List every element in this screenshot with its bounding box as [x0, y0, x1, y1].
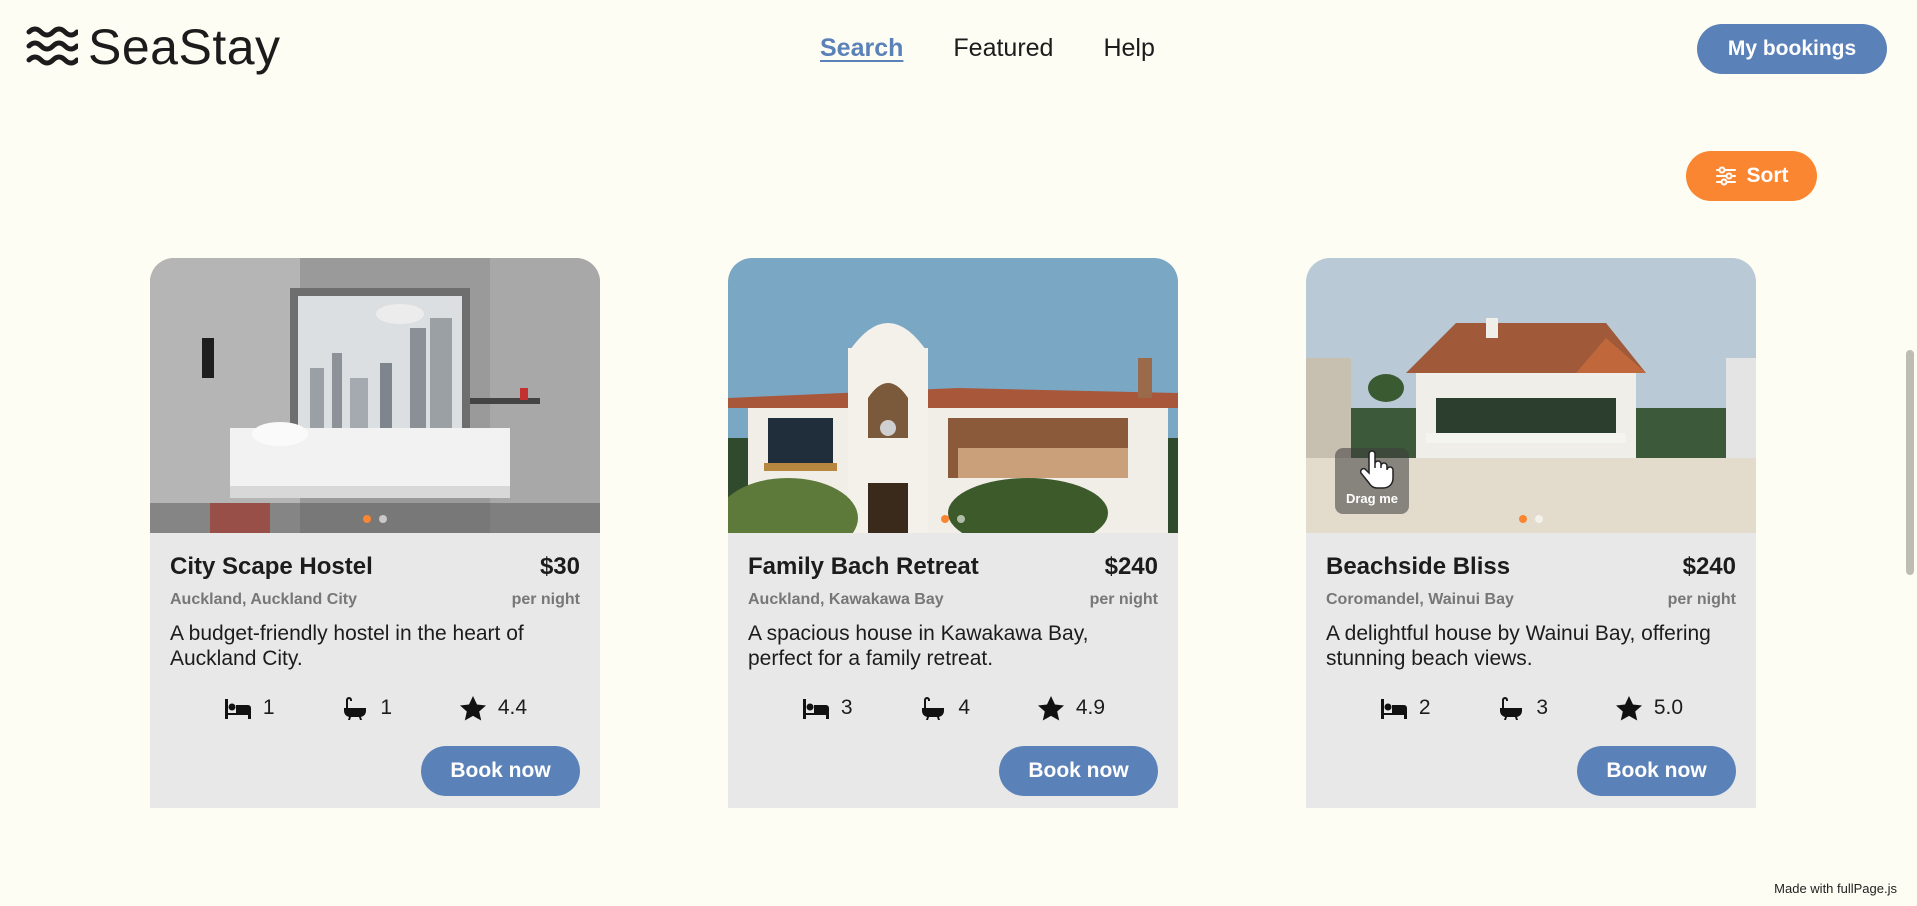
book-now-button[interactable]: Book now [999, 746, 1158, 796]
listing-description: A budget-friendly hostel in the heart of… [170, 622, 524, 670]
nav-search[interactable]: Search [820, 34, 903, 63]
listing-price: $240 [1682, 553, 1736, 580]
per-night-label: per night [511, 591, 580, 608]
listing-image-carousel[interactable] [728, 258, 1178, 533]
bath-icon [344, 697, 367, 720]
listing-card: City Scape Hostel $30 Auckland, Auckland… [150, 258, 600, 808]
beds-stat: 3 [801, 695, 853, 721]
rating-stat: 4.4 [458, 695, 527, 721]
bed-icon [1380, 699, 1407, 719]
book-now-button[interactable]: Book now [1577, 746, 1736, 796]
spanish-house-image [728, 258, 1178, 533]
scrollbar[interactable] [1900, 0, 1917, 906]
scrollbar-thumb[interactable] [1906, 350, 1914, 575]
drag-hint-label: Drag me [1345, 491, 1399, 506]
listing-card: Family Bach Retreat $240 Auckland, Kawak… [728, 258, 1178, 808]
baths-stat: 4 [918, 695, 970, 721]
per-night-label: per night [1089, 591, 1158, 608]
carousel-dots [941, 515, 965, 523]
listing-description: A delightful house by Wainui Bay, offeri… [1326, 622, 1711, 670]
carousel-dot[interactable] [363, 515, 371, 523]
listing-price: $30 [539, 553, 580, 580]
baths-count: 3 [1536, 696, 1549, 719]
carousel-dot[interactable] [957, 515, 965, 523]
carousel-dot[interactable] [1535, 515, 1543, 523]
logo[interactable]: SeaStay [26, 22, 281, 72]
baths-count: 4 [958, 696, 971, 719]
bed-icon [224, 699, 251, 719]
my-bookings-button[interactable]: My bookings [1697, 24, 1887, 74]
star-icon [1037, 696, 1064, 721]
star-icon [459, 696, 486, 721]
per-night-label: per night [1667, 591, 1736, 608]
listing-stats: 1 1 4.4 [170, 695, 580, 721]
footer-note[interactable]: Made with fullPage.js [1774, 881, 1897, 896]
carousel-dots [363, 515, 387, 523]
carousel-dots [1519, 515, 1543, 523]
listing-image-carousel[interactable]: Drag me [1306, 258, 1756, 533]
listing-title: City Scape Hostel [170, 553, 373, 580]
rating-value: 4.9 [1075, 696, 1106, 719]
header: SeaStay Search Featured Help My bookings [0, 0, 1917, 100]
listing-stats: 2 3 5.0 [1326, 695, 1736, 721]
baths-stat: 3 [1496, 695, 1548, 721]
book-now-button[interactable]: Book now [421, 746, 580, 796]
listing-description: A spacious house in Kawakawa Bay, perfec… [748, 622, 1089, 670]
beds-count: 2 [1418, 696, 1431, 719]
nav-help[interactable]: Help [1103, 34, 1154, 63]
carousel-dot[interactable] [1519, 515, 1527, 523]
carousel-dot[interactable] [379, 515, 387, 523]
star-icon [1615, 696, 1642, 721]
listing-stats: 3 4 4.9 [748, 695, 1158, 721]
waves-icon [26, 26, 78, 66]
rating-stat: 5.0 [1614, 695, 1683, 721]
rating-value: 4.4 [497, 696, 528, 719]
drag-hint[interactable]: Drag me [1335, 448, 1409, 514]
beds-count: 1 [262, 696, 275, 719]
listing-location: Auckland, Kawakawa Bay [748, 591, 944, 608]
bath-icon [1500, 697, 1523, 720]
sliders-icon [1715, 166, 1736, 186]
baths-stat: 1 [340, 695, 392, 721]
beds-stat: 1 [223, 695, 275, 721]
baths-count: 1 [380, 696, 393, 719]
sort-label: Sort [1746, 164, 1789, 187]
app-name: SeaStay [88, 19, 281, 75]
carousel-dot[interactable] [941, 515, 949, 523]
listing-image-carousel[interactable] [150, 258, 600, 533]
bed-icon [802, 699, 829, 719]
nav-featured[interactable]: Featured [953, 34, 1053, 63]
listing-location: Coromandel, Wainui Bay [1326, 591, 1514, 608]
listing-price: $240 [1104, 553, 1158, 580]
card-body: Beachside Bliss $240 Coromandel, Wainui … [1306, 533, 1756, 808]
hand-pointer-icon [1359, 450, 1394, 489]
rating-value: 5.0 [1653, 696, 1684, 719]
card-body: City Scape Hostel $30 Auckland, Auckland… [150, 533, 600, 808]
card-body: Family Bach Retreat $240 Auckland, Kawak… [728, 533, 1178, 808]
sort-button[interactable]: Sort [1686, 151, 1817, 201]
rating-stat: 4.9 [1036, 695, 1105, 721]
bath-icon [922, 697, 945, 720]
main-nav: Search Featured Help [820, 34, 1155, 63]
beds-stat: 2 [1379, 695, 1431, 721]
beds-count: 3 [840, 696, 853, 719]
listing-title: Family Bach Retreat [748, 553, 979, 580]
listing-title: Beachside Bliss [1326, 553, 1511, 580]
hotel-room-image [150, 258, 600, 533]
listing-card: Drag me Beachside Bliss $240 Coromandel,… [1306, 258, 1756, 808]
listing-location: Auckland, Auckland City [170, 591, 357, 608]
